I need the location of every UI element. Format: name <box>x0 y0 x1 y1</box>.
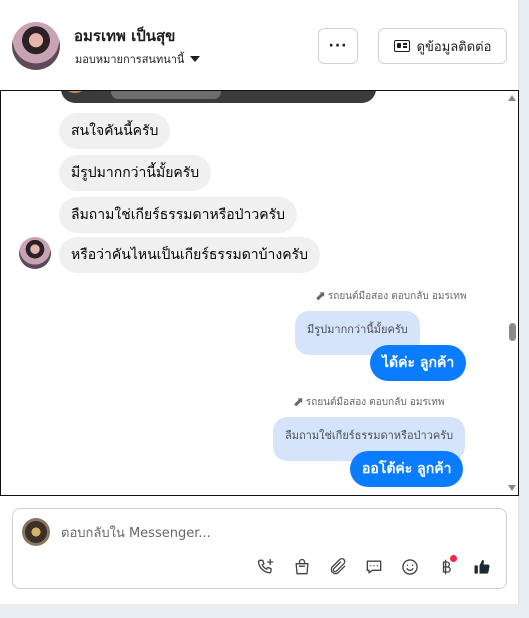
reply-input[interactable] <box>61 523 461 543</box>
message-thread[interactable]: สนใจคันนี้ครับ มีรูปมากกว่านี้มั้ยครับ ล… <box>0 90 519 496</box>
incoming-message: มีรูปมากกว่านี้มั้ยครับ <box>59 155 212 191</box>
sender-avatar <box>19 237 51 269</box>
incoming-message: ลืมถามใช่เกียร์ธรรมดาหรือป่าวครับ <box>59 197 297 233</box>
outgoing-message: ได้ค่ะ ลูกค้า <box>370 345 467 381</box>
reply-arrow-icon: ⬈ <box>315 289 326 304</box>
view-contact-label: ดูข้อมูลติดต่อ <box>416 39 492 55</box>
shopping-bag-icon[interactable] <box>290 555 314 579</box>
previous-message-card <box>61 91 376 103</box>
chat-bubble-icon[interactable] <box>362 555 386 579</box>
scrollbar-thumb[interactable] <box>509 323 516 341</box>
reply-header: ⬈ รถยนต์มือสอง ตอบกลับ อมรเทพ <box>293 395 444 410</box>
composer-toolbar <box>254 555 494 579</box>
baht-icon[interactable] <box>434 555 458 579</box>
contact-avatar[interactable] <box>12 22 60 70</box>
incoming-message: หรือว่าคันไหนเป็นเกียร์ธรรมดาบ้างครับ <box>59 237 321 273</box>
reply-header-label: รถยนต์มือสอง ตอบกลับ อมรเทพ <box>327 291 467 302</box>
phone-plus-icon[interactable] <box>254 555 278 579</box>
thumbs-up-icon[interactable] <box>470 555 494 579</box>
page-avatar <box>22 518 50 546</box>
previous-message-thumbnail <box>65 91 85 93</box>
more-options-button[interactable]: ··· <box>318 28 358 64</box>
chevron-down-icon <box>190 56 201 62</box>
scroll-down-arrow[interactable] <box>508 485 516 491</box>
reply-header-label: รถยนต์มือสอง ตอบกลับ อมรเทพ <box>305 397 445 408</box>
assign-label: มอบหมายการสนทนานี้ <box>75 53 185 66</box>
contact-name: อมรเทพ เป็นสุข <box>74 27 176 45</box>
view-contact-button[interactable]: ดูข้อมูลติดต่อ <box>378 28 507 64</box>
assign-dropdown[interactable]: มอบหมายการสนทนานี้ <box>75 50 201 68</box>
reply-arrow-icon: ⬈ <box>293 395 304 410</box>
scroll-up-arrow[interactable] <box>508 95 516 101</box>
notification-dot <box>450 555 457 562</box>
outgoing-message: ออโต้ค่ะ ลูกค้า <box>350 451 464 487</box>
smiley-icon[interactable] <box>398 555 422 579</box>
paperclip-icon[interactable] <box>326 555 350 579</box>
reply-header: ⬈ รถยนต์มือสอง ตอบกลับ อมรเทพ <box>315 289 466 304</box>
conversation-header: อมรเทพ เป็นสุข มอบหมายการสนทนานี้ ··· ดู… <box>0 0 519 88</box>
reply-composer <box>12 508 507 589</box>
conversation-panel: อมรเทพ เป็นสุข มอบหมายการสนทนานี้ ··· ดู… <box>0 0 519 604</box>
incoming-message: สนใจคันนี้ครับ <box>59 113 171 149</box>
contact-card-icon <box>393 40 410 52</box>
